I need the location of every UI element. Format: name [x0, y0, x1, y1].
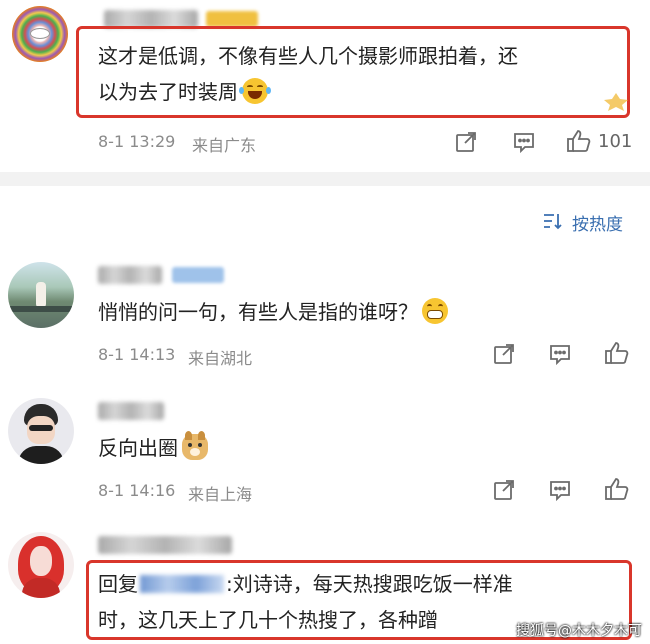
- reply-prefix: 回复: [98, 572, 138, 596]
- comment-location: 来自广东: [192, 136, 257, 155]
- gold-medal-icon: [602, 92, 630, 112]
- comment-text: 这才是低调，不像有些人几个摄影师跟拍着，还: [98, 38, 518, 74]
- comment-text-line1: :刘诗诗，每天热搜跟吃饭一样准: [226, 572, 513, 596]
- comment-time: 8-1 13:29: [98, 132, 176, 151]
- comment-text: 回复 :刘诗诗，每天热搜跟吃饭一样准: [98, 566, 513, 602]
- comment-icon[interactable]: [512, 130, 536, 154]
- username[interactable]: [98, 536, 232, 554]
- grin-emoji-icon: [422, 298, 448, 324]
- reply-username[interactable]: [140, 575, 224, 593]
- avatar[interactable]: [12, 6, 68, 62]
- share-icon[interactable]: [492, 342, 516, 366]
- sort-icon[interactable]: [542, 211, 564, 231]
- like-icon[interactable]: [604, 340, 630, 366]
- vip-badge: [206, 11, 258, 27]
- username[interactable]: [98, 266, 162, 284]
- sort-by-hot-button[interactable]: 按热度: [572, 210, 623, 235]
- avatar[interactable]: [8, 398, 74, 464]
- like-icon[interactable]: [604, 476, 630, 502]
- laugh-cry-emoji-icon: [239, 78, 271, 104]
- avatar[interactable]: [8, 532, 74, 598]
- comment-location: 来自上海: [188, 485, 253, 504]
- comment-location: 来自湖北: [188, 349, 253, 368]
- like-count: 101: [598, 131, 633, 152]
- comment-icon[interactable]: [548, 342, 572, 366]
- share-icon[interactable]: [492, 478, 516, 502]
- comment-text-line2: 以为去了时装周: [98, 80, 238, 104]
- comment-time: 8-1 14:16: [98, 481, 176, 500]
- like-icon[interactable]: [566, 128, 592, 154]
- comment-text: 以为去了时装周: [98, 74, 271, 110]
- comment-text: 悄悄的问一句，有些人是指的谁呀？: [98, 294, 448, 330]
- comment-text-line1: 这才是低调，不像有些人几个摄影师跟拍着，还: [98, 44, 518, 68]
- comment-icon[interactable]: [548, 478, 572, 502]
- username[interactable]: [98, 402, 164, 420]
- section-divider: [0, 172, 650, 186]
- comment-time: 8-1 14:13: [98, 345, 176, 364]
- avatar-logo-icon: [30, 28, 50, 39]
- share-icon[interactable]: [454, 130, 478, 154]
- watermark: 搜狐号@木木夕木可: [516, 623, 642, 639]
- doge-emoji-icon: [182, 431, 208, 460]
- comment-text-line1: 反向出圈: [98, 436, 178, 460]
- comment-text-line2: 时，这几天上了几十个热搜了，各种蹭: [98, 608, 438, 632]
- comment-text: 反向出圈: [98, 430, 208, 466]
- comment-text-line1: 悄悄的问一句，有些人是指的谁呀？: [98, 300, 418, 324]
- comment-text: 时，这几天上了几十个热搜了，各种蹭: [98, 602, 438, 638]
- vip-badge: [172, 267, 224, 283]
- avatar[interactable]: [8, 262, 74, 328]
